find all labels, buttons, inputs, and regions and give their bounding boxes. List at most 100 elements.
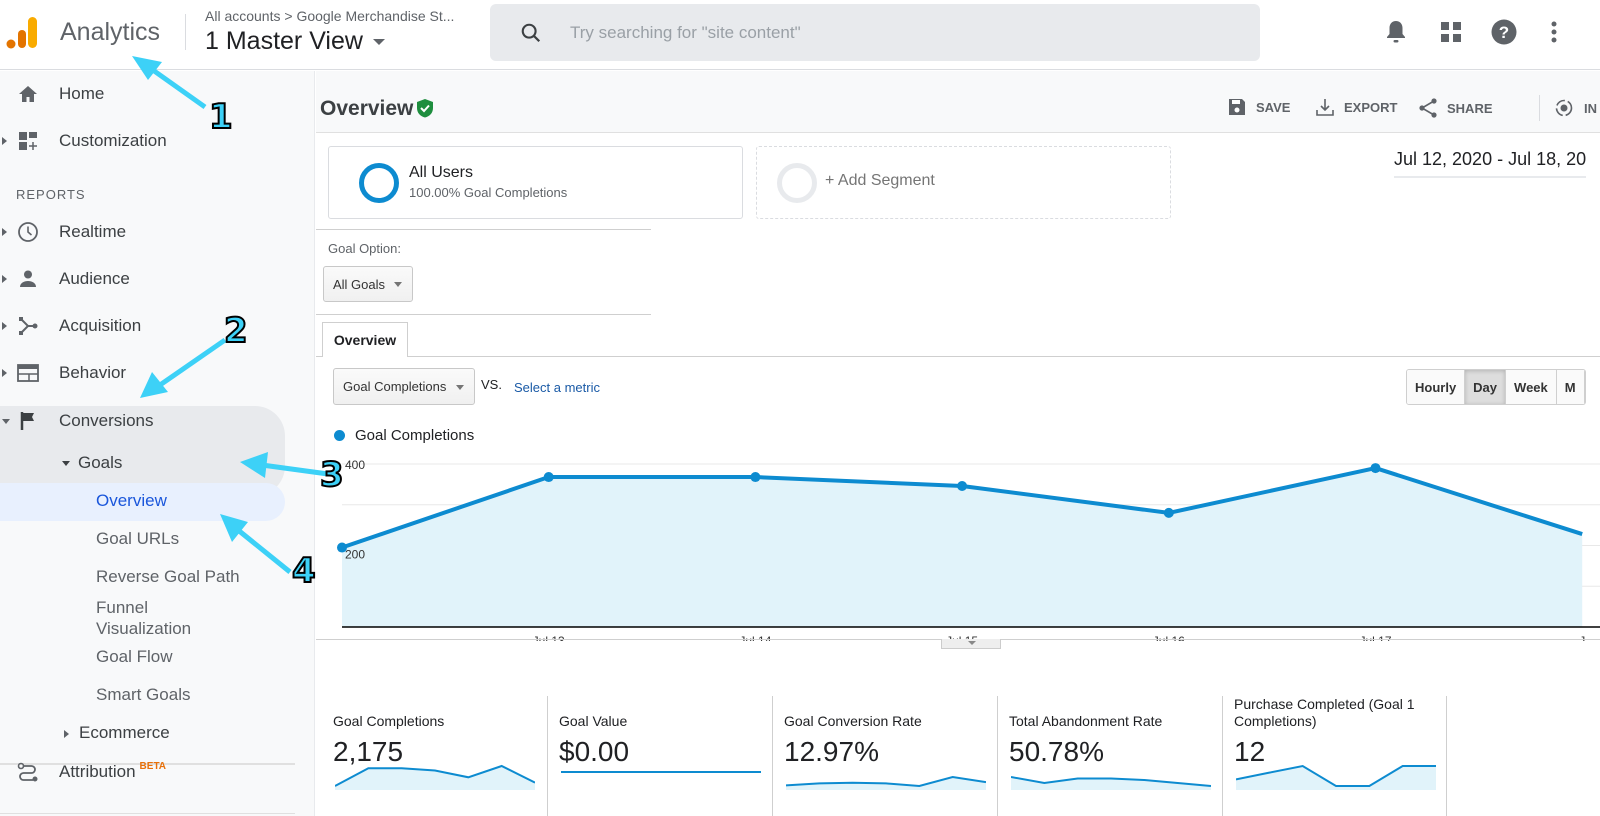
goal-option-value: All Goals — [333, 276, 386, 292]
metric-tile[interactable]: Goal Value $0.00 — [559, 696, 784, 816]
sidebar-item-acquisition[interactable]: Acquisition — [0, 303, 285, 349]
data-point — [1163, 507, 1174, 518]
expand-arrow-icon — [2, 322, 7, 330]
period-day-button[interactable]: Day — [1465, 370, 1507, 404]
sidebar-item-audience[interactable]: Audience — [0, 256, 285, 302]
sparkline — [786, 775, 986, 790]
sidebar-item-ecommerce[interactable]: Ecommerce — [64, 723, 170, 743]
sidebar-item-label: Attribution — [59, 762, 136, 781]
period-selector: Hourly Day Week M — [1406, 369, 1586, 405]
select-metric-link[interactable]: Select a metric — [514, 380, 600, 395]
caret-down-icon — [372, 39, 385, 46]
add-segment-button[interactable]: + Add Segment — [756, 146, 1171, 219]
divider — [316, 314, 651, 315]
metric-label: Goal Value — [559, 713, 628, 729]
main-content: Overview SAVE EXPORT SHARE IN All Users … — [316, 71, 1600, 816]
top-bar: Analytics All accounts > Google Merchand… — [0, 0, 1600, 70]
metric-tile[interactable]: Goal Completions 2,175 — [333, 696, 558, 816]
share-label: SHARE — [1447, 100, 1493, 116]
chart-collapse-toggle[interactable] — [941, 639, 1001, 649]
sidebar-item-conversions[interactable]: Conversions — [0, 398, 285, 444]
date-range-picker[interactable]: Jul 12, 2020 - Jul 18, 20 — [1394, 149, 1587, 178]
legend-dot — [334, 430, 345, 441]
segment-all-users[interactable]: All Users 100.00% Goal Completions — [328, 146, 743, 219]
home-icon — [16, 82, 40, 106]
apps-icon[interactable] — [1437, 18, 1465, 46]
analytics-logo[interactable] — [6, 15, 38, 49]
customization-icon — [16, 129, 40, 153]
expand-arrow-icon — [2, 137, 7, 145]
sidebar-item-label: Audience — [59, 269, 130, 288]
tab-overview[interactable]: Overview — [322, 322, 408, 357]
sparkline — [561, 771, 761, 773]
more-vert-icon[interactable] — [1540, 18, 1568, 46]
sidebar-item-attribution[interactable]: Attribution BETA — [0, 749, 285, 795]
collapse-arrow-icon — [62, 461, 70, 467]
export-button[interactable]: EXPORT — [1316, 98, 1397, 116]
divider — [772, 696, 773, 816]
notifications-icon[interactable] — [1382, 18, 1410, 46]
period-hourly-button[interactable]: Hourly — [1407, 370, 1466, 404]
breadcrumb[interactable]: All accounts > Google Merchandise St... — [205, 8, 454, 24]
metric-select[interactable]: Goal Completions — [333, 368, 475, 405]
search-input[interactable] — [570, 4, 1230, 61]
data-point — [543, 472, 554, 483]
report-header: Overview SAVE EXPORT SHARE IN — [316, 71, 1600, 133]
sidebar-item-behavior[interactable]: Behavior — [0, 350, 285, 396]
sidebar-item-label: Acquisition — [59, 316, 142, 335]
sidebar-item-realtime[interactable]: Realtime — [0, 209, 285, 255]
svg-text:?: ? — [1499, 23, 1509, 42]
expand-arrow-icon — [2, 228, 7, 236]
save-label: SAVE — [1256, 99, 1291, 115]
sidebar-item-goals[interactable]: Goals — [62, 453, 122, 473]
sidebar-item-reverse-goal-path[interactable]: Reverse Goal Path — [96, 567, 240, 587]
help-icon[interactable]: ? — [1490, 18, 1518, 46]
sidebar-item-funnel-visualization[interactable]: Funnel Visualization — [96, 597, 226, 639]
sidebar-item-label: Goals — [78, 453, 123, 472]
insights-label: IN — [1584, 100, 1597, 116]
sparkline — [335, 764, 535, 790]
y-tick-label: 400 — [345, 458, 365, 472]
sidebar-item-goal-flow[interactable]: Goal Flow — [96, 647, 173, 667]
search-box[interactable] — [490, 4, 1260, 61]
segment-title: All Users — [409, 164, 474, 181]
sparkline — [1236, 764, 1436, 790]
save-icon — [1229, 99, 1245, 115]
period-month-button[interactable]: M — [1556, 370, 1585, 404]
sidebar-item-label: Ecommerce — [79, 723, 170, 742]
app-title[interactable]: Analytics — [60, 18, 160, 47]
divider — [1446, 696, 1447, 816]
dropdown-arrow-icon — [394, 282, 402, 287]
goal-option-select[interactable]: All Goals — [323, 266, 413, 302]
expand-arrow-icon — [64, 729, 69, 738]
sidebar-item-smart-goals[interactable]: Smart Goals — [96, 685, 190, 705]
dropdown-arrow-icon — [456, 384, 464, 390]
view-selector[interactable]: 1 Master View — [205, 27, 385, 56]
period-week-button[interactable]: Week — [1506, 370, 1557, 404]
metric-tile[interactable]: Goal Conversion Rate 12.97% — [784, 696, 1009, 816]
attribution-icon — [16, 760, 40, 784]
sidebar-item-goals-overview[interactable]: Overview — [96, 491, 167, 511]
behavior-icon — [16, 361, 40, 385]
metric-label: Goal Completions — [333, 713, 445, 729]
metric-tile[interactable]: Purchase Completed (Goal 1 Completions) 1… — [1234, 696, 1459, 816]
divider — [0, 813, 295, 814]
share-button[interactable]: SHARE — [1419, 98, 1493, 118]
insights-button[interactable]: IN — [1554, 98, 1597, 118]
area-fill — [342, 468, 1583, 627]
metric-select-value: Goal Completions — [343, 379, 447, 394]
sidebar-item-goal-urls[interactable]: Goal URLs — [96, 529, 179, 549]
expand-arrow-icon — [2, 369, 7, 377]
acquisition-icon — [16, 314, 40, 338]
sidebar-item-customization[interactable]: Customization — [0, 118, 285, 164]
goal-option-label: Goal Option: — [328, 241, 401, 256]
save-button[interactable]: SAVE — [1228, 98, 1290, 116]
sidebar-item-home[interactable]: Home — [0, 71, 285, 117]
metric-label: Purchase Completed (Goal 1 Completions) — [1234, 696, 1415, 729]
sidebar-item-label: Customization — [59, 131, 167, 150]
metric-tile[interactable]: Total Abandonment Rate 50.78% — [1009, 696, 1234, 816]
flag-icon — [16, 409, 40, 433]
sidebar-item-label: Realtime — [59, 222, 127, 241]
view-name: 1 Master View — [205, 27, 363, 55]
sparkline — [1011, 776, 1211, 790]
